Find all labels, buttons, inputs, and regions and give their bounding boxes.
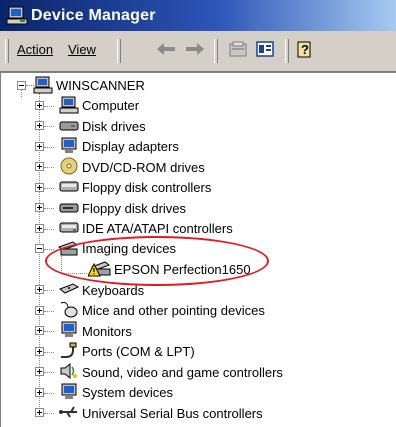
toolbar-grip-4	[285, 39, 289, 63]
floppy-drive-icon	[59, 199, 79, 217]
tree-item-mice[interactable]: Mice and other pointing devices	[82, 303, 265, 318]
properties-button[interactable]	[226, 39, 250, 63]
tree-connector-h	[44, 352, 54, 353]
tree-connector-h	[44, 249, 54, 250]
tree-item-ports[interactable]: Ports (COM & LPT)	[82, 344, 195, 359]
tree-connector-h	[44, 188, 54, 189]
tree-connector-h	[44, 413, 54, 414]
expander-keyboards[interactable]	[35, 285, 44, 294]
disk-drive-icon	[59, 117, 79, 135]
tree-item-system-devices[interactable]: System devices	[82, 385, 173, 400]
device-manager-icon	[6, 5, 28, 27]
imaging-devices-highlight-ellipse	[45, 236, 269, 286]
port-icon	[59, 342, 79, 360]
toolbar-grip-2[interactable]	[117, 39, 121, 63]
show-hidden-button[interactable]	[253, 39, 277, 63]
expander-dvd-cdrom[interactable]	[35, 162, 44, 171]
tree-connector-h	[44, 208, 54, 209]
tree-connector-h	[44, 229, 54, 230]
tree-item-floppy-controllers[interactable]: Floppy disk controllers	[82, 180, 211, 195]
forward-arrow-icon	[185, 42, 205, 61]
keyboard-icon	[59, 280, 80, 298]
tree-item-dvd-cdrom[interactable]: DVD/CD-ROM drives	[82, 160, 205, 175]
display-adapter-icon	[59, 137, 79, 155]
tree-connector-h	[44, 126, 54, 127]
back-button[interactable]	[154, 39, 178, 63]
computer-root-icon	[33, 76, 53, 94]
device-manager-window: Device Manager Action View ? WINSCANNER …	[0, 0, 396, 427]
menu-toolbar: Action View ?	[0, 31, 396, 72]
expander-imaging-devices[interactable]	[35, 244, 44, 253]
root-expander[interactable]	[17, 81, 26, 90]
usb-icon	[59, 403, 79, 421]
tree-connector-h	[44, 372, 54, 373]
tree-item-computer[interactable]: Computer	[82, 98, 139, 113]
help-button[interactable]: ?	[294, 39, 318, 63]
tree-connector-main	[39, 93, 40, 413]
expander-system-devices[interactable]	[35, 388, 44, 397]
expander-display-adapters[interactable]	[35, 142, 44, 151]
expander-mice[interactable]	[35, 306, 44, 315]
menu-view-label: View	[68, 42, 96, 57]
tree-item-sound[interactable]: Sound, video and game controllers	[82, 365, 283, 380]
tree-item-disk-drives[interactable]: Disk drives	[82, 119, 146, 134]
tree-connector-h	[44, 290, 54, 291]
expander-ports[interactable]	[35, 347, 44, 356]
expander-floppy-controllers[interactable]	[35, 183, 44, 192]
tree-connector-h	[44, 167, 54, 168]
floppy-controller-icon	[59, 178, 79, 196]
tree-connector-h	[44, 331, 54, 332]
expander-monitors[interactable]	[35, 326, 44, 335]
toolbar-grip-3	[214, 39, 218, 63]
system-device-icon	[59, 383, 79, 401]
tree-item-display-adapters[interactable]: Display adapters	[82, 139, 179, 154]
tree-connector-h	[44, 393, 54, 394]
tree-connector-root	[21, 89, 22, 97]
mouse-icon	[59, 301, 79, 319]
svg-text:?: ?	[301, 42, 309, 57]
tree-item-monitors[interactable]: Monitors	[82, 324, 132, 339]
properties-icon	[229, 41, 247, 62]
monitor-icon	[59, 321, 79, 339]
menu-view[interactable]: View	[68, 42, 96, 57]
tree-item-usb[interactable]: Universal Serial Bus controllers	[82, 406, 263, 421]
forward-button[interactable]	[183, 39, 207, 63]
tree-item-floppy-drives[interactable]: Floppy disk drives	[82, 201, 186, 216]
computer-icon	[59, 96, 79, 114]
menu-action-label: Action	[17, 42, 54, 57]
device-tree[interactable]: WINSCANNER Computer Disk drives Display …	[0, 72, 396, 427]
tree-connector-h	[44, 147, 54, 148]
ide-controller-icon	[59, 219, 79, 237]
tree-item-ide[interactable]: IDE ATA/ATAPI controllers	[82, 221, 233, 236]
menu-action[interactable]: Action	[17, 42, 53, 57]
window-title: Device Manager	[31, 6, 156, 24]
tree-connector-h	[44, 106, 54, 107]
title-bar[interactable]: Device Manager	[0, 0, 396, 31]
tree-root-label[interactable]: WINSCANNER	[56, 78, 145, 93]
sound-icon	[59, 362, 79, 380]
toolbar-grip[interactable]	[5, 39, 9, 63]
dvd-cdrom-icon	[59, 157, 79, 175]
expander-usb[interactable]	[35, 408, 44, 417]
show-hidden-icon	[256, 40, 274, 62]
expander-computer[interactable]	[35, 101, 44, 110]
help-icon: ?	[296, 39, 316, 64]
tree-connector-h	[44, 311, 54, 312]
back-arrow-icon	[156, 42, 176, 61]
expander-disk-drives[interactable]	[35, 121, 44, 130]
expander-floppy-drives[interactable]	[35, 203, 44, 212]
expander-ide[interactable]	[35, 224, 44, 233]
expander-sound[interactable]	[35, 367, 44, 376]
